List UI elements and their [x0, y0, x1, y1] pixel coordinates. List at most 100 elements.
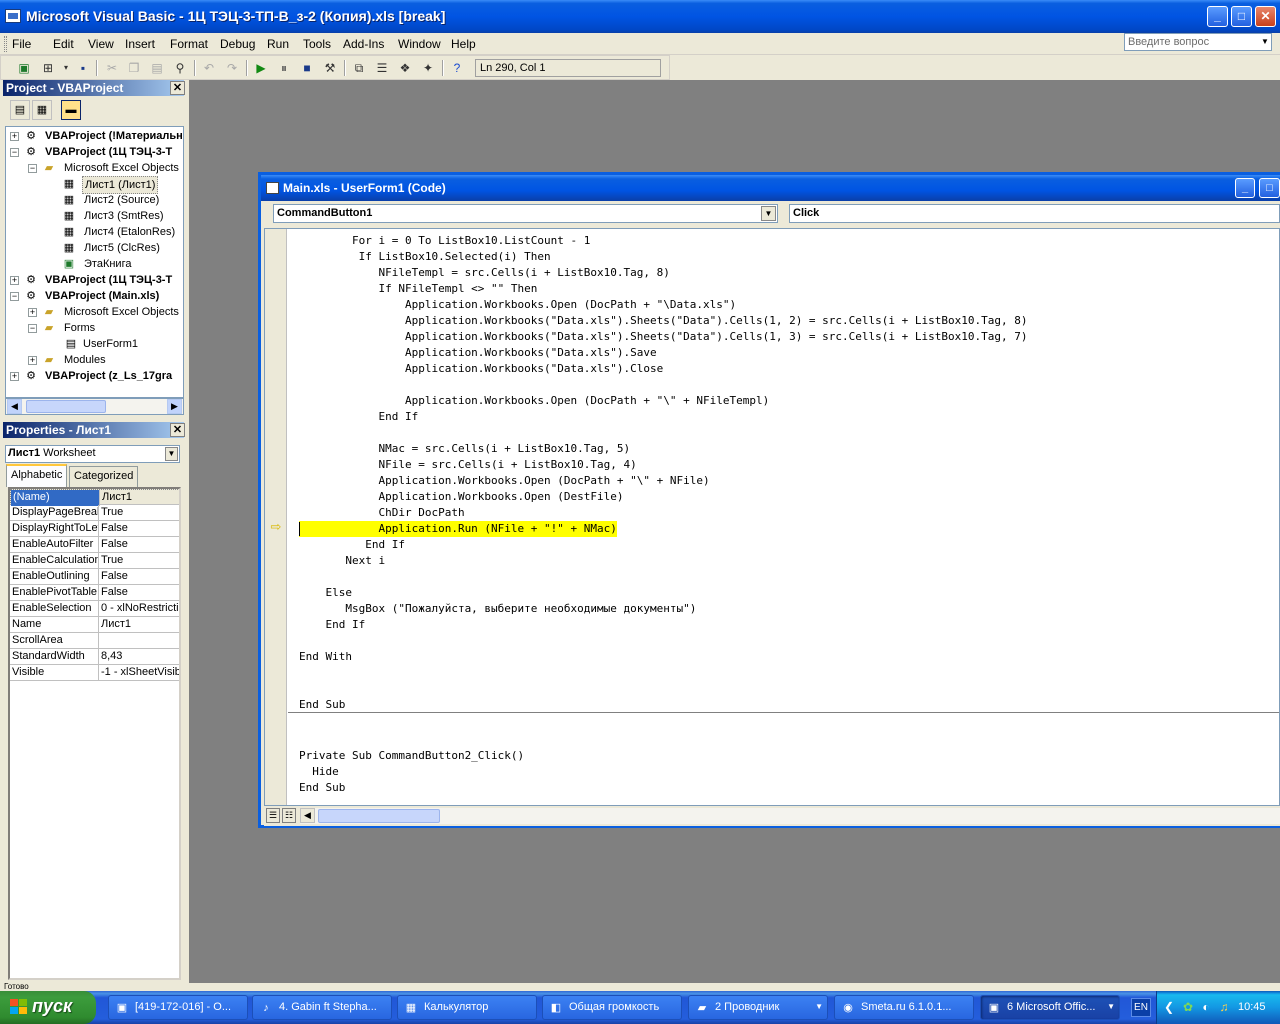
tab-categorized[interactable]: Categorized [69, 466, 139, 487]
undo-icon[interactable]: ↶ [200, 59, 218, 77]
menu-format[interactable]: Format [170, 37, 208, 51]
reset-icon[interactable]: ■ [298, 59, 316, 77]
properties-close-button[interactable]: ✕ [170, 423, 185, 437]
excel-icon[interactable]: ▣ [15, 59, 33, 77]
property-row[interactable]: EnablePivotTable False [10, 585, 179, 601]
current-statement-line[interactable]: Application.Run (NFile + "!" + NMac) [299, 521, 617, 537]
property-row[interactable]: StandardWidth 8,43 [10, 649, 179, 665]
property-row[interactable]: Name Лист1 [10, 617, 179, 633]
code-line[interactable]: Application.Workbooks("Data.xls").Sheets… [299, 329, 1028, 345]
save-icon[interactable]: ▪ [74, 59, 92, 77]
break-icon[interactable]: ⏸ [275, 59, 293, 77]
code-line[interactable]: Application.Workbooks("Data.xls").Save [299, 345, 657, 361]
code-line[interactable]: End If [299, 617, 365, 633]
minimize-button[interactable]: _ [1207, 6, 1228, 27]
code-line[interactable]: For i = 0 To ListBox10.ListCount - 1 [299, 233, 590, 249]
property-value[interactable]: False [100, 521, 179, 537]
menu-view[interactable]: View [88, 37, 114, 51]
view-code-icon[interactable]: ▤ [10, 100, 30, 120]
vba-app-icon[interactable] [5, 9, 21, 23]
code-line[interactable]: Private Sub CommandButton2_Click() [299, 748, 524, 764]
expand-icon[interactable]: + [10, 372, 19, 381]
code-line[interactable]: End With [299, 649, 352, 665]
full-module-view-icon[interactable]: ☷ [282, 808, 296, 823]
toggle-folders-icon[interactable]: ▬ [61, 100, 81, 120]
cut-icon[interactable]: ✂ [103, 59, 121, 77]
code-line[interactable]: Hide [299, 764, 339, 780]
redo-icon[interactable]: ↷ [223, 59, 241, 77]
project-tree[interactable]: + ⚙ VBAProject (!Материальн − ⚙ VBAProje… [5, 126, 184, 398]
task-button[interactable]: ◉ Smeta.ru 6.1.0.1... [834, 995, 974, 1020]
help-search-input[interactable]: Введите вопрос [1124, 33, 1272, 51]
properties-object-select[interactable]: Лист1 Worksheet ▼ [5, 445, 180, 463]
expand-icon[interactable]: + [10, 132, 19, 141]
tree-horizontal-scrollbar[interactable]: ◀ ▶ [5, 398, 184, 415]
menu-window[interactable]: Window [398, 37, 441, 51]
menu-debug[interactable]: Debug [220, 37, 255, 51]
chevron-down-icon[interactable]: ▾ [57, 59, 75, 77]
collapse-icon[interactable]: − [10, 292, 19, 301]
design-mode-icon[interactable]: ⚒ [321, 59, 339, 77]
chevron-down-icon[interactable]: ▼ [761, 206, 776, 221]
menu-grip[interactable] [4, 36, 7, 52]
code-line[interactable]: Application.Workbooks.Open (DocPath + "\… [299, 297, 736, 313]
code-minimize-button[interactable]: _ [1235, 178, 1255, 198]
menu-insert[interactable]: Insert [125, 37, 155, 51]
property-value[interactable]: 8,43 [100, 649, 179, 665]
property-row[interactable]: Visible -1 - xlSheetVisib [10, 665, 179, 681]
toolbox-icon[interactable]: ✦ [419, 59, 437, 77]
task-button[interactable]: ◧ Общая громкость [542, 995, 682, 1020]
start-button[interactable]: пуск [0, 991, 96, 1024]
margin-indicator-bar[interactable]: ⇨ [265, 229, 287, 805]
property-row[interactable]: EnableSelection 0 - xlNoRestrictio [10, 601, 179, 617]
property-value[interactable]: Лист1 [101, 490, 179, 506]
expand-icon[interactable]: + [10, 276, 19, 285]
code-line[interactable]: ChDir DocPath [299, 505, 464, 521]
properties-window-icon[interactable]: ☰ [373, 59, 391, 77]
task-button[interactable]: ▣ 6 Microsoft Offic... ▼ [980, 995, 1120, 1020]
copy-icon[interactable]: ❐ [125, 59, 143, 77]
code-line[interactable]: MsgBox ("Пожалуйста, выберите необходимы… [299, 601, 696, 617]
code-line[interactable]: NFileTempl = src.Cells(i + ListBox10.Tag… [299, 265, 669, 281]
code-line[interactable]: End If [299, 537, 405, 553]
property-row[interactable]: DisplayPageBreak True [10, 505, 179, 521]
code-line[interactable]: NFile = src.Cells(i + ListBox10.Tag, 4) [299, 457, 636, 473]
property-value[interactable]: False [100, 537, 179, 553]
chevron-down-icon[interactable]: ▼ [815, 1002, 823, 1011]
language-indicator[interactable]: EN [1131, 998, 1151, 1017]
code-line[interactable]: Application.Workbooks("Data.xls").Close [299, 361, 663, 377]
project-close-button[interactable]: ✕ [170, 81, 185, 95]
code-line[interactable]: NMac = src.Cells(i + ListBox10.Tag, 5) [299, 441, 630, 457]
property-value[interactable]: 0 - xlNoRestrictio [100, 601, 179, 617]
property-row[interactable]: EnableAutoFilter False [10, 537, 179, 553]
property-row[interactable]: DisplayRightToLef False [10, 521, 179, 537]
task-button[interactable]: ▰ 2 Проводник ▼ [688, 995, 828, 1020]
property-value[interactable]: True [100, 505, 179, 521]
expand-icon[interactable]: + [28, 308, 37, 317]
code-maximize-button[interactable]: □ [1259, 178, 1280, 198]
close-button[interactable]: ✕ [1255, 6, 1276, 27]
property-row[interactable]: EnableOutlining False [10, 569, 179, 585]
chevron-down-icon[interactable]: ▼ [1259, 35, 1271, 49]
code-line[interactable]: End Sub [299, 780, 345, 796]
run-icon[interactable]: ▶ [252, 59, 270, 77]
code-line[interactable]: Application.Workbooks.Open (DestFile) [299, 489, 623, 505]
collapse-icon[interactable]: − [28, 164, 37, 173]
property-row[interactable]: (Name) Лист1 [10, 489, 179, 506]
menu-file[interactable]: File [12, 37, 31, 51]
properties-grid[interactable]: (Name) Лист1 DisplayPageBreak True Display… [8, 487, 181, 980]
collapse-icon[interactable]: − [10, 148, 19, 157]
chevron-down-icon[interactable]: ▼ [1107, 1002, 1115, 1011]
object-combo[interactable]: CommandButton1 ▼ [273, 204, 778, 223]
network-icon[interactable]: ✿ [1181, 1000, 1195, 1014]
menu-tools[interactable]: Tools [303, 37, 331, 51]
code-editor[interactable]: ⇨ For i = 0 To ListBox10.ListCount - 1 I… [264, 228, 1280, 806]
object-browser-icon[interactable]: ❖ [396, 59, 414, 77]
code-line[interactable]: End If [299, 409, 418, 425]
antivirus-icon[interactable]: ◐ [1199, 1000, 1213, 1014]
property-value[interactable]: True [100, 553, 179, 569]
code-line[interactable]: Application.Workbooks("Data.xls").Sheets… [299, 313, 1028, 329]
menu-help[interactable]: Help [451, 37, 476, 51]
code-line[interactable]: Else [299, 585, 352, 601]
maximize-button[interactable]: □ [1231, 6, 1252, 27]
